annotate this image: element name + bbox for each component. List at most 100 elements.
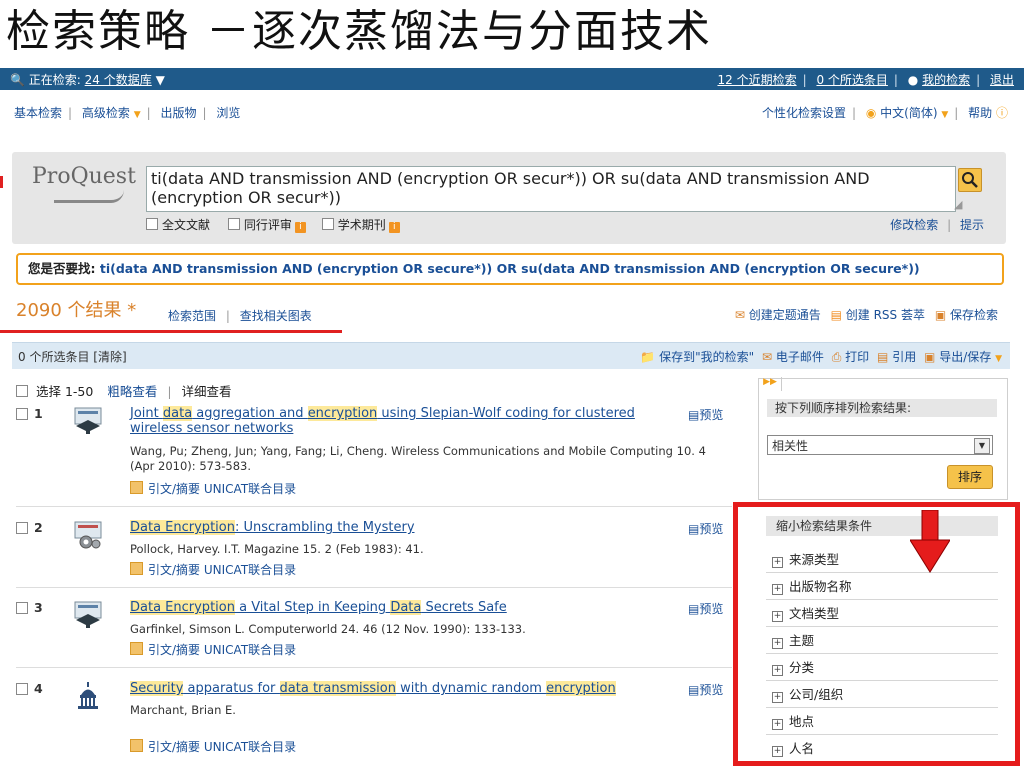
info-icon[interactable]: i [294, 222, 306, 233]
expand-plus-icon: + [772, 746, 783, 757]
preview-link[interactable]: ▤预览 [688, 681, 723, 698]
tips-link[interactable]: 提示 [960, 218, 984, 232]
personalize-link[interactable]: 个性化检索设置 [762, 106, 846, 120]
slide-title: 检索策略 －逐次蒸馏法与分面技术 [6, 6, 712, 57]
did-you-mean-box: 您是否要找: ti(data AND transmission AND (enc… [16, 253, 1004, 285]
preview-link[interactable]: ▤预览 [688, 600, 723, 617]
nav-browse[interactable]: 浏览 [216, 106, 240, 120]
nav-publications[interactable]: 出版物 [161, 106, 197, 120]
database-link[interactable]: 24 个数据库 [85, 73, 152, 87]
result-checkbox[interactable] [16, 683, 28, 695]
result-divider [16, 667, 732, 668]
globe-icon: ◉ [865, 106, 877, 120]
detailed-view-link[interactable]: 详细查看 [182, 384, 232, 399]
logout-link[interactable]: 退出 [990, 73, 1014, 87]
sort-button[interactable]: 排序 [947, 465, 993, 489]
recent-searches-link[interactable]: 12 个近期检索 [717, 73, 796, 87]
save-to-my-searches[interactable]: 保存到"我的检索" [659, 350, 754, 364]
search-button[interactable] [958, 168, 982, 192]
search-input[interactable]: ti(data AND transmission AND (encryption… [146, 166, 956, 212]
nav-basic-search[interactable]: 基本检索 [14, 106, 62, 120]
related-charts-link[interactable]: 查找相关图表 [240, 309, 312, 323]
select-all-checkbox[interactable] [16, 385, 28, 397]
result-checkbox[interactable] [16, 408, 28, 420]
print-action[interactable]: 打印 [845, 350, 869, 364]
result-title-link[interactable]: Data Encryption a Vital Step in Keeping … [130, 600, 690, 615]
citation-abstract-link[interactable]: 引文/摘要 UNICAT联合目录 [130, 561, 296, 578]
peer-reviewed-checkbox[interactable] [227, 218, 240, 230]
result-number: 4 [34, 681, 43, 696]
help-link[interactable]: 帮助 [968, 106, 992, 120]
expand-plus-icon: + [772, 584, 783, 595]
save-icon: ▣ [924, 350, 936, 364]
email-action[interactable]: 电子邮件 [776, 350, 824, 364]
result-number: 3 [34, 600, 43, 615]
facet-source-type[interactable]: + 来源类型 [766, 547, 998, 573]
facet-company[interactable]: + 公司/组织 [766, 682, 998, 708]
modify-search-link[interactable]: 修改检索 [890, 218, 938, 232]
result-number: 2 [34, 520, 43, 535]
collapse-toggle-icon[interactable]: ▶▶ [759, 377, 782, 391]
result-checkbox[interactable] [16, 522, 28, 534]
result-meta: Marchant, Brian E. [130, 703, 236, 717]
sort-select[interactable]: 相关性 ▼ [767, 435, 993, 455]
result-divider [16, 506, 732, 507]
language-select[interactable]: 中文(简体) [880, 106, 937, 120]
resize-handle[interactable]: ◢ [954, 198, 962, 211]
chevron-down-icon[interactable]: ▼ [995, 354, 1002, 364]
fulltext-checkbox[interactable] [146, 218, 158, 230]
result-title-link[interactable]: Joint data aggregation and encryption us… [130, 406, 690, 436]
info-icon[interactable]: i [388, 222, 400, 233]
expand-plus-icon: + [772, 692, 783, 703]
search-icon [962, 172, 978, 188]
brief-view-link[interactable]: 粗略查看 [107, 384, 157, 399]
scholarly-checkbox[interactable] [321, 218, 334, 230]
create-rss-link[interactable]: 创建 RSS 荟萃 [846, 308, 925, 322]
facet-location[interactable]: + 地点 [766, 709, 998, 735]
sort-heading: 按下列顺序排列检索结果: [767, 399, 997, 417]
selected-items-clear[interactable]: 0 个所选条目 [清除] [18, 348, 127, 365]
export-action[interactable]: 导出/保存 [939, 350, 991, 364]
facet-subject[interactable]: + 主题 [766, 628, 998, 654]
cite-action[interactable]: 引用 [892, 350, 916, 364]
chevron-down-icon[interactable]: ▼ [134, 110, 141, 120]
preview-link[interactable]: ▤预览 [688, 406, 723, 423]
selection-bar: 0 个所选条目 [清除] 📁 保存到"我的检索" ✉ 电子邮件 ⎙ 打印 ▤ 引… [12, 342, 1010, 369]
citation-abstract-link[interactable]: 引文/摘要 UNICAT联合目录 [130, 480, 296, 497]
create-alert-link[interactable]: 创建定题通告 [749, 308, 821, 322]
preview-link[interactable]: ▤预览 [688, 520, 723, 537]
search-icon: 🔍 [10, 73, 25, 87]
citation-abstract-link[interactable]: 引文/摘要 UNICAT联合目录 [130, 738, 296, 755]
chevron-down-icon[interactable]: ▼ [974, 438, 990, 454]
preview-icon: ▤ [688, 602, 700, 616]
result-title-link[interactable]: Security apparatus for data transmission… [130, 681, 690, 696]
facet-publication-title[interactable]: + 出版物名称 [766, 574, 998, 600]
result-meta: Pollock, Harvey. I.T. Magazine 15. 2 (Fe… [130, 542, 424, 556]
folder-icon: 📁 [640, 350, 656, 364]
facet-classification[interactable]: + 分类 [766, 655, 998, 681]
proquest-logo: ProQuest [32, 164, 136, 203]
cite-icon: ▤ [877, 350, 889, 364]
help-icon[interactable]: ⓘ [996, 106, 1008, 120]
result-number: 1 [34, 406, 43, 421]
facet-person[interactable]: + 人名 [766, 736, 998, 762]
save-search-link[interactable]: 保存检索 [950, 308, 998, 322]
mail-icon: ✉ [762, 350, 773, 364]
result-title-link[interactable]: Data Encryption: Unscrambling the Myster… [130, 520, 690, 535]
chevron-down-icon[interactable]: ▼ [941, 110, 948, 120]
annotation-arrow-down-icon [910, 510, 950, 573]
result-meta: Wang, Pu; Zheng, Jun; Yang, Fang; Li, Ch… [130, 444, 706, 473]
page-icon [130, 562, 143, 575]
chevron-down-icon[interactable]: ▼ [156, 73, 165, 87]
selected-items-link[interactable]: 0 个所选条目 [816, 73, 887, 87]
did-you-mean-link[interactable]: ti(data AND transmission AND (encryption… [100, 261, 920, 276]
result-divider [16, 587, 732, 588]
sort-panel: ▶▶ 按下列顺序排列检索结果: 相关性 ▼ 排序 [758, 377, 1008, 500]
my-searches-link[interactable]: 我的检索 [922, 73, 970, 87]
citation-abstract-link[interactable]: 引文/摘要 UNICAT联合目录 [130, 641, 296, 658]
result-checkbox[interactable] [16, 602, 28, 614]
main-nav: 基本检索 | 高级检索 ▼ | 出版物 | 浏览 个性化检索设置 | ◉ 中文(简体) … [14, 106, 1008, 120]
search-scope-link[interactable]: 检索范围 [168, 309, 216, 323]
facet-document-type[interactable]: + 文档类型 [766, 601, 998, 627]
nav-advanced-search[interactable]: 高级检索 [82, 106, 130, 120]
